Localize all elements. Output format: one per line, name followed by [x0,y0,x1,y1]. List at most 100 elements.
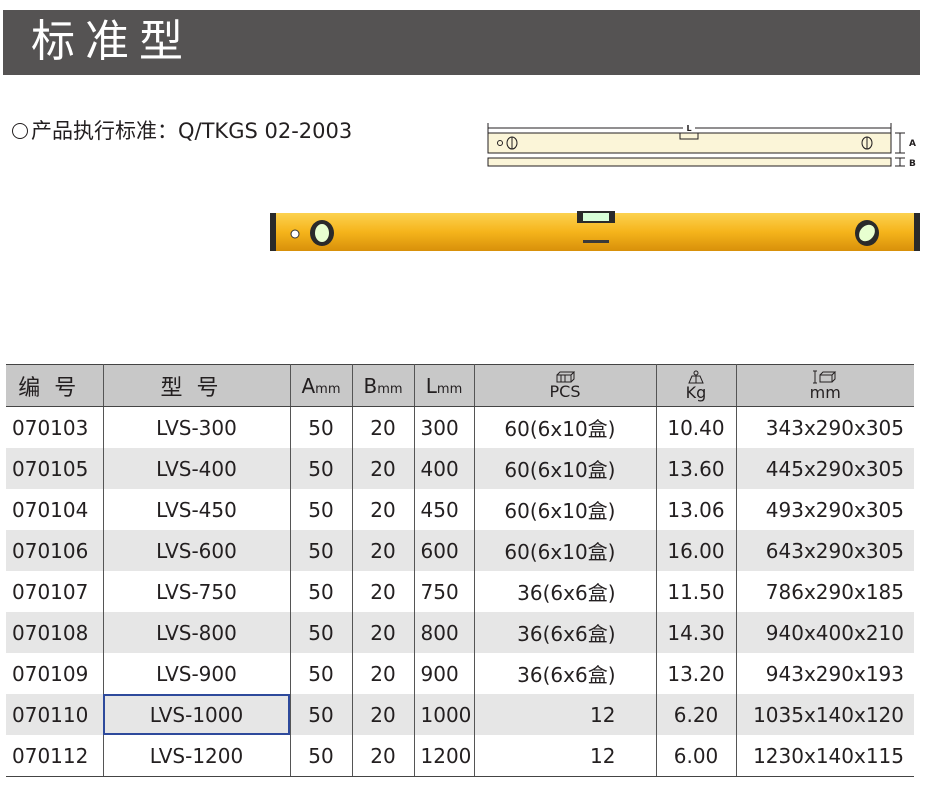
cell-l: 400 [414,448,475,489]
cell-model: LVS-450 [103,489,291,530]
cell-b: 20 [352,653,415,694]
cell-size: 1230x140x115 [736,735,914,777]
cell-l: 800 [414,612,475,653]
cell-model: LVS-600 [103,530,291,571]
cell-code: 070110 [6,694,104,735]
header-l: Lmm [414,364,475,407]
table-row: 070112 LVS-1200 50 20 1200 12 6.00 1230x… [6,735,914,777]
header-kg: Kg [656,364,737,407]
cell-b: 20 [352,694,415,735]
cell-a: 50 [290,612,353,653]
cell-l: 600 [414,530,475,571]
cell-kg: 11.50 [656,571,737,612]
cell-a: 50 [290,694,353,735]
cell-size: 343x290x305 [765,415,904,440]
cell-model: LVS-900 [103,653,291,694]
header-model: 型号 [103,364,291,407]
cell-code: 070105 [6,448,104,489]
cell-pcs: 60(6x10盒) [474,489,657,530]
cell-pcs: 36(6x6盒) [474,612,657,653]
table-row: 070106 LVS-600 50 20 600 60(6x10盒) 16.00… [6,530,914,571]
cell-l: 450 [414,489,475,530]
cell-size: 940x400x210 [736,612,914,653]
label-width: B [909,159,916,169]
cell-model: LVS-800 [103,612,291,653]
cell-a: 50 [290,653,353,694]
cell-b: 20 [352,530,415,571]
label-length: L [686,124,691,133]
table-row: 070103 LVS-300 50 20 300 60(6x10盒) 10.40… [6,406,914,448]
page-title: 标准型 [31,16,193,67]
standard-line: 产品执行标准：Q/TKGS 02-2003 [12,117,352,145]
cell-pcs: 60(6x10盒) [474,530,657,571]
cell-pcs: 36(6x6盒) [474,571,657,612]
carton-icon [556,371,575,382]
header-a: Amm [290,364,353,407]
weight-scale-icon [688,370,704,383]
cell-model-selected[interactable]: LVS-1000 [103,694,291,735]
cell-b: 20 [352,735,415,777]
table-row: 070107 LVS-750 50 20 750 36(6x6盒) 11.50 … [6,571,914,612]
label-height: A [909,139,916,149]
cell-code: 070108 [6,612,104,653]
cell-pcs: 36(6x6盒) [474,653,657,694]
cell-kg: 6.20 [656,694,737,735]
cell-l: 1200 [414,735,475,777]
cell-a: 50 [290,571,353,612]
table-row: 070109 LVS-900 50 20 900 36(6x6盒) 13.20 … [6,653,914,694]
cell-b: 20 [352,448,415,489]
cell-kg: 13.20 [656,653,737,694]
cell-size: 1035x140x120 [736,694,914,735]
cell-a: 50 [290,735,353,777]
header-pcs: PCS [474,364,657,407]
table-header-row: 编号 型号 Amm Bmm Lmm PCS Kg mm [6,364,914,407]
cell-model: LVS-400 [103,448,291,489]
cell-model: LVS-300 [103,406,291,448]
cell-kg: 16.00 [656,530,737,571]
cell-pcs: 60(6x10盒) [474,406,657,448]
cell-pcs: 12 [474,735,657,777]
cell-size: 445x290x305 [736,448,914,489]
cell-size: 643x290x305 [736,530,914,571]
cell-pcs: 60(6x10盒) [474,448,657,489]
cell-b: 20 [352,571,415,612]
cell-model: LVS-1200 [103,735,291,777]
header-size: mm [736,364,914,407]
cell-code: 070107 [6,571,104,612]
cell-code: 070112 [6,735,104,777]
cell-kg: 14.30 [656,612,737,653]
cell-kg: 10.40 [656,406,737,448]
cell-b: 20 [352,406,415,448]
table-row: 070110 LVS-1000 50 20 1000 12 6.20 1035x… [6,694,914,735]
cell-code: 070106 [6,530,104,571]
header-code: 编号 [6,364,104,407]
standard-text: 产品执行标准：Q/TKGS 02-2003 [31,119,353,143]
table-row: 070105 LVS-400 50 20 400 60(6x10盒) 13.60… [6,448,914,489]
cell-l: 750 [414,571,475,612]
table-row: 070108 LVS-800 50 20 800 36(6x6盒) 14.30 … [6,612,914,653]
cell-kg: 13.06 [656,489,737,530]
spec-table: 编号 型号 Amm Bmm Lmm PCS Kg mm 070103 LVS-3… [6,364,914,777]
cell-kg: 13.60 [656,448,737,489]
cell-size: 786x290x185 [765,579,904,604]
cell-l: 1000 [414,694,475,735]
cell-a: 50 [290,489,353,530]
cell-a: 50 [290,406,353,448]
cell-pcs: 12 [474,694,657,735]
header-b: Bmm [352,364,415,407]
cell-l: 900 [414,653,475,694]
cell-a: 50 [290,530,353,571]
cell-size: 493x290x305 [765,497,904,522]
cell-kg: 6.00 [656,735,737,777]
dimension-diagram: L A B [487,123,916,169]
cell-l: 300 [414,406,475,448]
title-bar: 标准型 [3,10,920,75]
cell-code: 070104 [6,489,104,530]
cell-b: 20 [352,489,415,530]
spirit-level-image [270,211,920,251]
cell-size: 943x290x193 [765,661,904,686]
bullet-circle-icon [12,123,28,139]
cell-code: 070109 [6,653,104,694]
table-row: 070104 LVS-450 50 20 450 60(6x10盒) 13.06… [6,489,914,530]
box-dimension-icon [813,370,837,383]
